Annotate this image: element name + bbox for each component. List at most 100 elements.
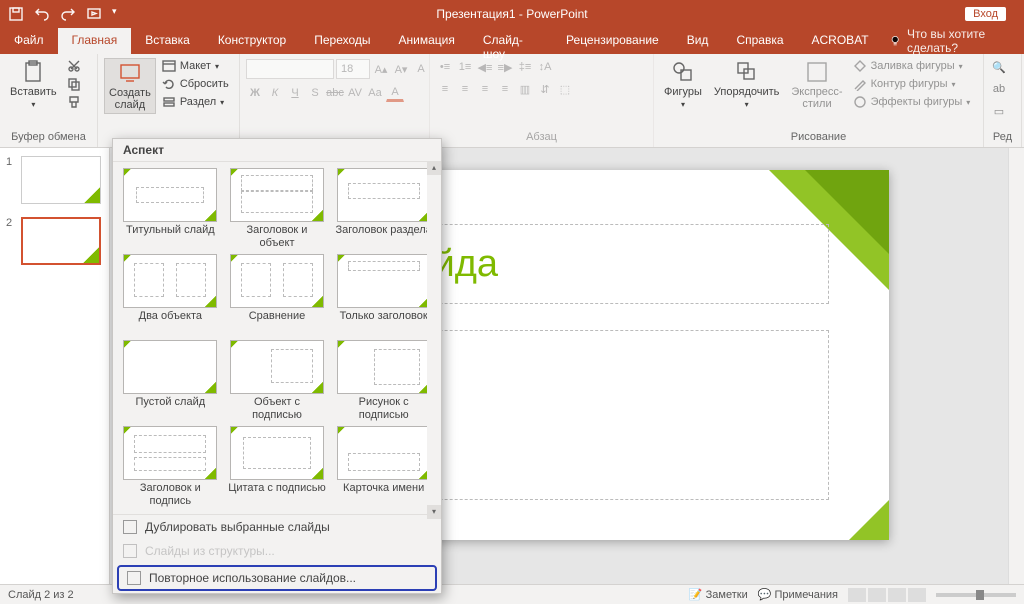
font-family-select[interactable] [246, 59, 334, 79]
layout-quote-caption[interactable]: Цитата с подписью [228, 426, 327, 508]
thumbnail-2[interactable]: 2 [6, 217, 103, 268]
replace-button[interactable]: ab [990, 80, 1008, 98]
layout-name-card[interactable]: Карточка имени [334, 426, 433, 508]
tab-transitions[interactable]: Переходы [300, 28, 384, 54]
ribbon-tabs: Файл Главная Вставка Конструктор Переход… [0, 28, 1024, 54]
copy-button[interactable] [65, 76, 83, 92]
align-left-button[interactable]: ≡ [436, 80, 454, 98]
line-spacing-button[interactable]: ‡≡ [516, 58, 534, 76]
slideshow-view-button[interactable] [908, 588, 926, 602]
justify-button[interactable]: ≡ [496, 80, 514, 98]
tab-home[interactable]: Главная [58, 28, 132, 54]
format-painter-button[interactable] [65, 94, 83, 110]
section-button[interactable]: Раздел▾ [160, 94, 231, 110]
layout-title-content[interactable]: Заголовок и объект [228, 168, 327, 250]
font-color-button[interactable]: A [386, 84, 404, 102]
reset-button[interactable]: Сбросить [160, 76, 231, 92]
thumbnail-1[interactable]: 1 [6, 156, 103, 207]
char-spacing-button[interactable]: AV [346, 84, 364, 102]
tab-acrobat[interactable]: ACROBAT [798, 28, 883, 54]
columns-button[interactable]: ▥ [516, 80, 534, 98]
tab-view[interactable]: Вид [673, 28, 723, 54]
tab-review[interactable]: Рецензирование [552, 28, 673, 54]
decrease-font-icon[interactable]: A▾ [392, 60, 410, 78]
qat-dropdown-icon[interactable]: ▾ [112, 6, 117, 22]
layout-button[interactable]: Макет▾ [160, 58, 231, 74]
underline-button[interactable]: Ч [286, 84, 304, 102]
scroll-up-icon[interactable]: ▴ [427, 161, 441, 175]
paste-button[interactable]: Вставить ▾ [6, 58, 61, 111]
reset-icon [162, 77, 176, 91]
zoom-slider[interactable] [936, 593, 1016, 597]
layout-title-caption[interactable]: Заголовок и подпись [121, 426, 220, 508]
numbering-button[interactable]: 1≡ [456, 58, 474, 76]
strikethrough-button[interactable]: abc [326, 84, 344, 102]
shape-effects-button[interactable]: Эффекты фигуры▾ [851, 94, 973, 110]
vertical-scrollbar[interactable] [1008, 148, 1024, 584]
cut-button[interactable] [65, 58, 83, 74]
decrease-indent-button[interactable]: ◀≡ [476, 58, 494, 76]
layout-title-only[interactable]: Только заголовок [334, 254, 433, 336]
shadow-button[interactable]: S [306, 84, 324, 102]
align-right-button[interactable]: ≡ [476, 80, 494, 98]
arrange-button[interactable]: Упорядочить▾ [710, 58, 783, 111]
tab-animations[interactable]: Анимация [385, 28, 469, 54]
start-from-beginning-icon[interactable] [86, 6, 102, 22]
sorter-view-button[interactable] [868, 588, 886, 602]
comments-button[interactable]: 💬 Примечания [758, 588, 838, 601]
layout-comparison[interactable]: Сравнение [228, 254, 327, 336]
text-direction-button[interactable]: ↕A [536, 58, 554, 76]
clear-formatting-icon[interactable]: A [412, 60, 430, 78]
align-text-button[interactable]: ⇵ [536, 80, 554, 98]
tab-file[interactable]: Файл [0, 28, 58, 54]
layout-picture-caption[interactable]: Рисунок с подписью [334, 340, 433, 422]
notes-button[interactable]: 📝 Заметки [689, 588, 748, 601]
smartart-button[interactable]: ⬚ [556, 80, 574, 98]
scroll-down-icon[interactable]: ▾ [427, 505, 441, 519]
tab-slideshow[interactable]: Слайд-шоу [469, 28, 552, 54]
duplicate-icon [123, 520, 137, 534]
view-buttons [848, 588, 926, 602]
duplicate-slides-menuitem[interactable]: Дублировать выбранные слайды [113, 515, 441, 539]
tab-design[interactable]: Конструктор [204, 28, 300, 54]
slides-from-outline-menuitem[interactable]: Слайды из структуры... [113, 539, 441, 563]
outline-icon [123, 544, 137, 558]
shapes-button[interactable]: Фигуры▾ [660, 58, 706, 111]
fill-icon [853, 59, 867, 73]
increase-indent-button[interactable]: ≡▶ [496, 58, 514, 76]
layout-title-slide[interactable]: Титульный слайд [121, 168, 220, 250]
layout-two-content[interactable]: Два объекта [121, 254, 220, 336]
italic-button[interactable]: К [266, 84, 284, 102]
new-slide-button[interactable]: Создать слайд [104, 58, 156, 114]
reuse-slides-menuitem[interactable]: Повторное использование слайдов... [117, 565, 437, 591]
select-button[interactable]: ▭ [990, 102, 1008, 120]
zoom-knob[interactable] [976, 590, 984, 600]
bullets-button[interactable]: •≡ [436, 58, 454, 76]
layout-section-header[interactable]: Заголовок раздела [334, 168, 433, 250]
normal-view-button[interactable] [848, 588, 866, 602]
font-size-select[interactable] [336, 59, 370, 79]
new-slide-icon [118, 61, 142, 85]
tab-help[interactable]: Справка [722, 28, 797, 54]
change-case-button[interactable]: Aa [366, 84, 384, 102]
find-button[interactable]: 🔍 [990, 58, 1008, 76]
slide-thumbnails-pane: 1 2 [0, 148, 110, 584]
tab-insert[interactable]: Вставка [131, 28, 204, 54]
increase-font-icon[interactable]: A▴ [372, 60, 390, 78]
layout-blank[interactable]: Пустой слайд [121, 340, 220, 422]
align-center-button[interactable]: ≡ [456, 80, 474, 98]
layout-gallery: Титульный слайд Заголовок и объект Загол… [113, 162, 441, 514]
save-icon[interactable] [8, 6, 24, 22]
reading-view-button[interactable] [888, 588, 906, 602]
tell-me-search[interactable]: Что вы хотите сделать? [889, 28, 1024, 54]
new-slide-label: Создать слайд [109, 87, 151, 111]
login-button[interactable]: Вход [965, 7, 1006, 21]
redo-icon[interactable] [60, 6, 76, 22]
shape-fill-button[interactable]: Заливка фигуры▾ [851, 58, 973, 74]
layout-content-caption[interactable]: Объект с подписью [228, 340, 327, 422]
quick-styles-button[interactable]: Экспресс- стили [787, 58, 846, 112]
shape-outline-button[interactable]: Контур фигуры▾ [851, 76, 973, 92]
undo-icon[interactable] [34, 6, 50, 22]
popup-scrollbar[interactable]: ▴▾ [427, 161, 441, 519]
bold-button[interactable]: Ж [246, 84, 264, 102]
